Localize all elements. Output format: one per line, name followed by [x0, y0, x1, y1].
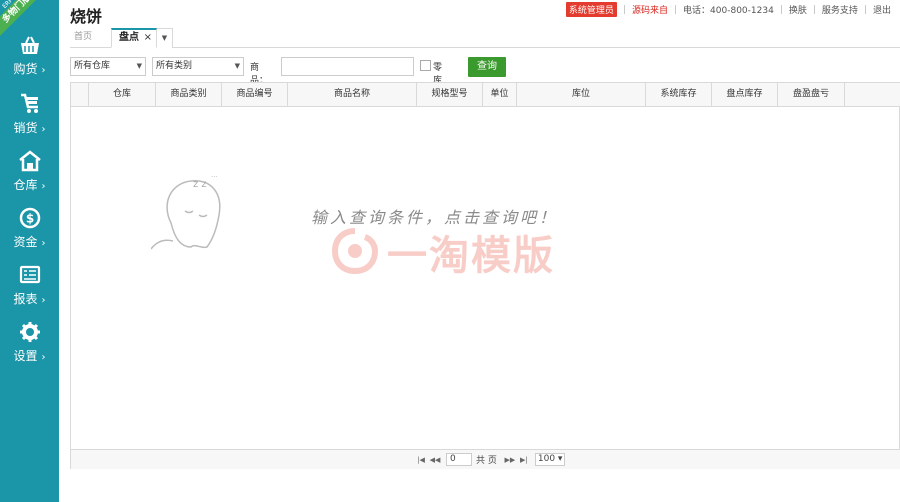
tab-home[interactable]: 首页	[74, 28, 114, 48]
dollar-icon: $	[0, 207, 59, 229]
header-links: 系统管理员 | 源码来自 | 电话：400-800-1234 | 换肤 | 服务…	[565, 2, 891, 17]
chevron-down-icon: ▼	[234, 62, 240, 70]
close-icon[interactable]: ×	[144, 30, 152, 46]
gear-icon	[0, 321, 59, 343]
chevron-down-icon[interactable]: ▼	[157, 28, 173, 48]
report-icon	[0, 264, 59, 286]
svg-text:z z: z z	[193, 179, 207, 190]
chevron-right-icon: ›	[41, 352, 46, 363]
category-select[interactable]: 所有类别 ▼	[152, 57, 244, 76]
column-header[interactable]: 商品名称	[288, 83, 417, 106]
inventory-grid: 仓库 商品类别 商品编号 商品名称 规格型号 单位 库位 系统库存 盘点库存 盘…	[70, 82, 900, 469]
column-header[interactable]: 商品类别	[156, 83, 222, 106]
sidebar-item-label: 购货	[13, 62, 38, 76]
chevron-right-icon: ›	[41, 124, 46, 135]
column-header-rownum	[71, 83, 89, 106]
source-link[interactable]: 源码来自	[632, 3, 668, 16]
svg-text:$: $	[25, 212, 33, 226]
column-header[interactable]: 库位	[517, 83, 646, 106]
sidebar-item-sales[interactable]: 销货 ›	[0, 93, 59, 149]
column-header[interactable]: 仓库	[89, 83, 156, 106]
page-title: 烧饼	[70, 7, 103, 26]
phone-text: 电话：400-800-1234	[683, 6, 774, 16]
column-header[interactable]: 单位	[483, 83, 517, 106]
chevron-right-icon: ›	[41, 238, 46, 249]
sidebar-item-reports[interactable]: 报表 ›	[0, 264, 59, 320]
svg-text:...: ...	[211, 171, 218, 179]
table-header: 仓库 商品类别 商品编号 商品名称 规格型号 单位 库位 系统库存 盘点库存 盘…	[71, 83, 900, 107]
sidebar-item-label: 销货	[13, 121, 38, 135]
watermark-text: 一淘模版	[387, 233, 555, 279]
sidebar-item-label: 资金	[13, 235, 38, 249]
pagination: |◀ ◀◀ 0 共 页 ▶▶ ▶| 100 ▾	[71, 449, 900, 469]
chevron-down-icon: ▼	[136, 62, 142, 70]
column-header[interactable]: 商品编号	[222, 83, 288, 106]
watermark-logo-icon	[331, 227, 379, 278]
logout-link[interactable]: 退出	[873, 3, 891, 16]
user-role-badge: 系统管理员	[565, 2, 617, 17]
chevron-right-icon: ›	[41, 295, 46, 306]
query-button[interactable]: 查询	[468, 57, 506, 77]
next-page-icon[interactable]: ▶▶	[503, 456, 517, 464]
sidebar-item-warehouse[interactable]: 仓库 ›	[0, 150, 59, 206]
warehouse-icon	[0, 150, 59, 172]
sidebar-item-label: 仓库	[13, 178, 38, 192]
category-select-value: 所有类别	[156, 61, 193, 71]
basket-icon	[0, 36, 59, 56]
sleeping-ghost-icon: z z ...	[150, 171, 251, 266]
sidebar: 多物门版 ERP 购货 › 销货 › 仓库 › $ 资金 › 报表 › 设置 ›	[0, 0, 59, 502]
column-header[interactable]: 系统库存	[646, 83, 712, 106]
support-link[interactable]: 服务支持	[822, 3, 858, 16]
tab-label: 盘点	[119, 32, 139, 43]
sidebar-item-purchase[interactable]: 购货 ›	[0, 36, 59, 92]
chevron-right-icon: ›	[41, 181, 46, 192]
prev-page-icon[interactable]: ◀◀	[428, 456, 442, 464]
page-size-value: 100	[537, 454, 556, 464]
page-number-input[interactable]: 0	[446, 453, 472, 466]
warehouse-select-value: 所有仓库	[74, 61, 111, 71]
sidebar-item-label: 报表	[13, 292, 38, 306]
header: 烧饼 系统管理员 | 源码来自 | 电话：400-800-1234 | 换肤 |…	[59, 0, 900, 28]
chevron-right-icon: ›	[41, 65, 46, 76]
column-header[interactable]: 盘盈盘亏	[778, 83, 845, 106]
tab-bar: 首页 盘点 × ▼	[70, 28, 900, 48]
page-size-select[interactable]: 100 ▾	[534, 453, 566, 466]
total-pages-label: 共 页	[476, 456, 497, 466]
main-content: 烧饼 系统管理员 | 源码来自 | 电话：400-800-1234 | 换肤 |…	[59, 0, 900, 502]
first-page-icon[interactable]: |◀	[414, 456, 428, 464]
goods-input[interactable]	[281, 57, 414, 76]
empty-state: z z ... 输入查询条件，点击查询吧！	[150, 163, 555, 266]
warehouse-select[interactable]: 所有仓库 ▼	[70, 57, 146, 76]
cart-icon	[0, 93, 59, 115]
column-header[interactable]: 规格型号	[417, 83, 483, 106]
watermark: 一淘模版	[331, 223, 555, 281]
tab-inventory-check[interactable]: 盘点 ×	[111, 28, 157, 48]
sidebar-item-funds[interactable]: $ 资金 ›	[0, 207, 59, 263]
switch-skin-link[interactable]: 换肤	[789, 3, 807, 16]
last-page-icon[interactable]: ▶|	[517, 456, 531, 464]
sidebar-item-label: 设置	[13, 349, 38, 363]
sidebar-item-settings[interactable]: 设置 ›	[0, 321, 59, 377]
zero-stock-checkbox[interactable]	[420, 60, 431, 71]
column-header[interactable]: 盘点库存	[712, 83, 778, 106]
